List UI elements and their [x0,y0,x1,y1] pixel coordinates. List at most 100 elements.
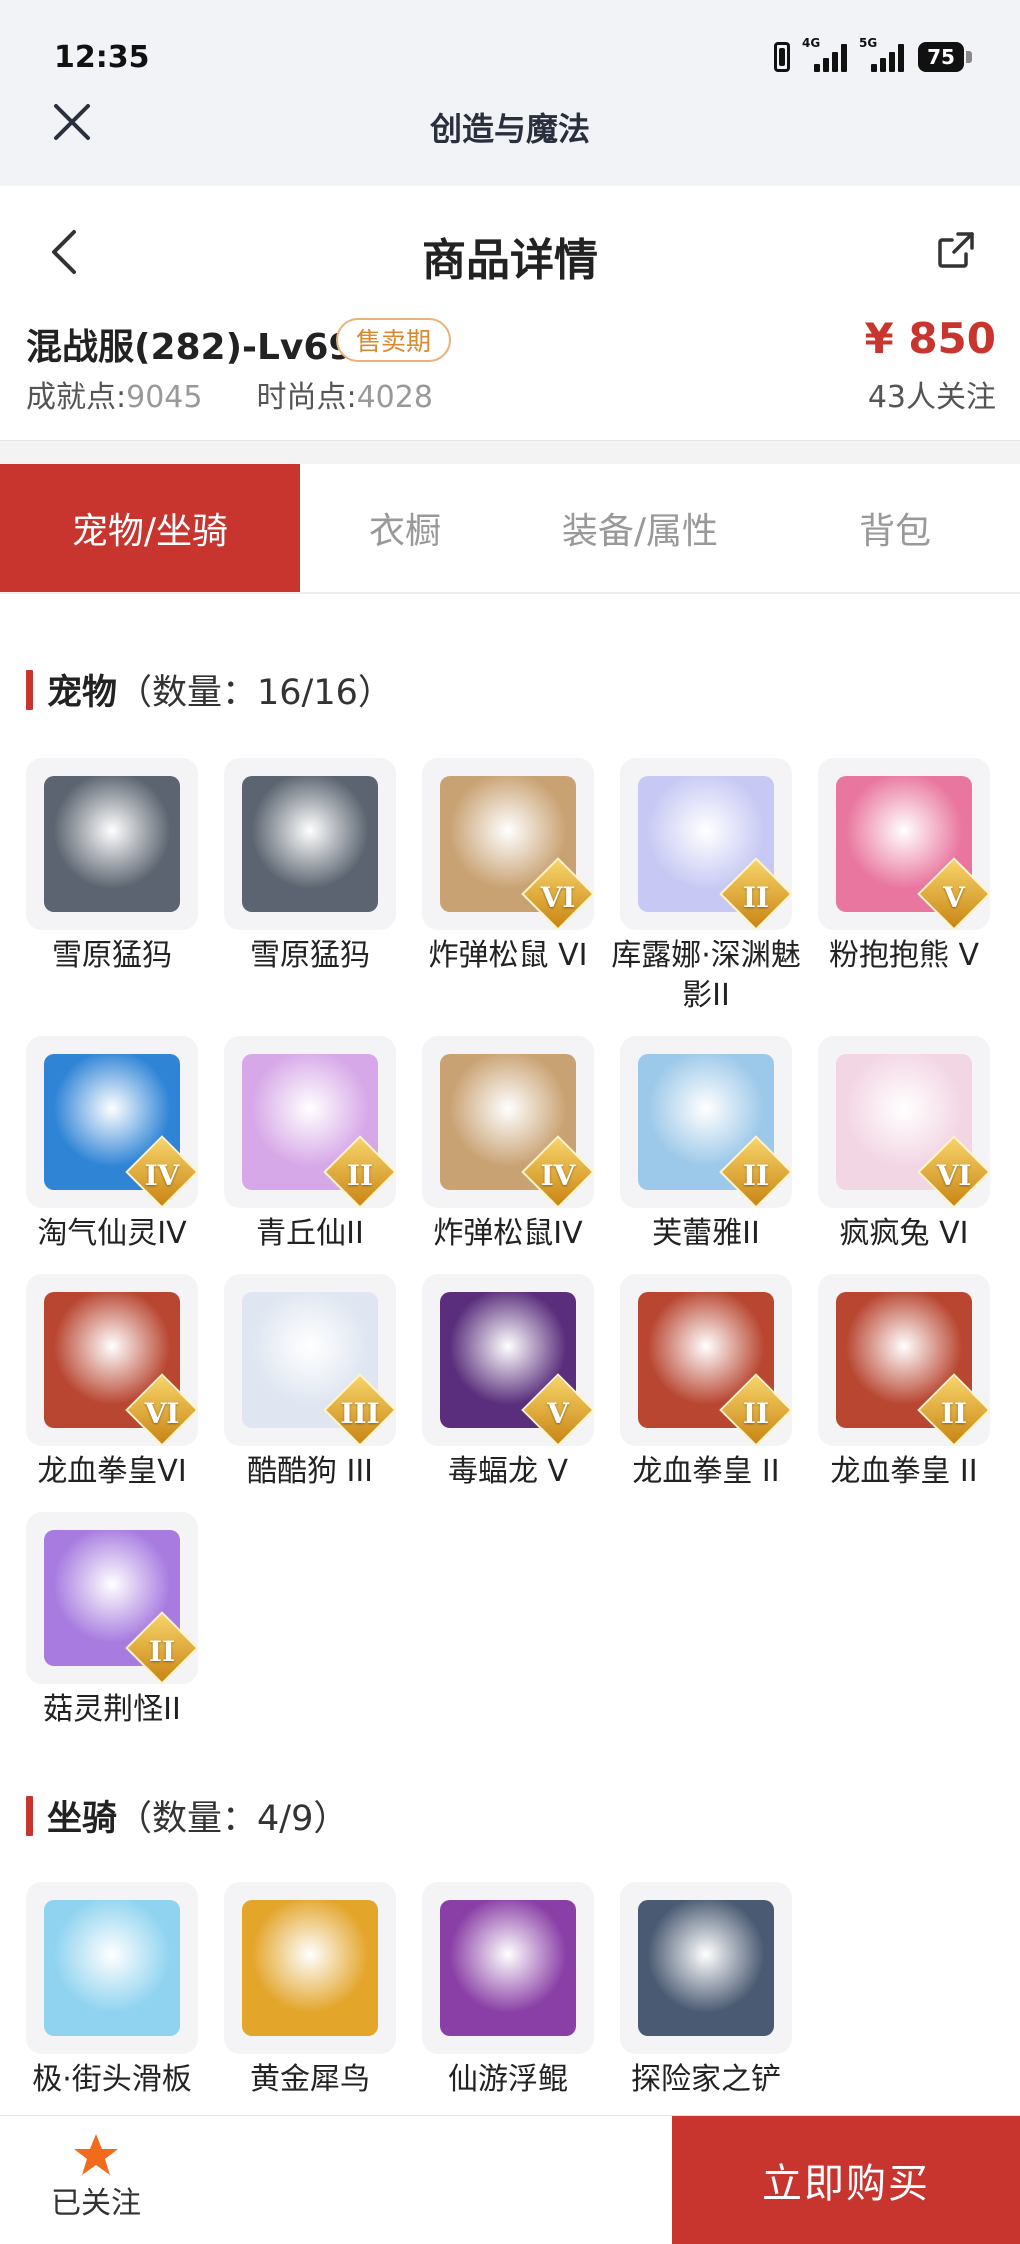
share-icon[interactable] [936,230,976,270]
item-card[interactable]: 雪原猛犸 [198,758,396,976]
app-title: 创造与魔法 [429,110,590,148]
dog-icon: IV [26,1036,198,1208]
bottom-action-bar: 已关注 立即购买 [0,2115,1020,2244]
detail-tabs: 宠物/坐骑 衣橱 装备/属性 背包 [0,464,1020,594]
whale-icon [422,1882,594,2054]
item-card[interactable]: 极·街头滑板 [0,1882,198,2100]
item-card[interactable]: V 毒蝠龙 V [396,1274,594,1492]
rank-badge-text: IV [144,1159,180,1192]
item-name: 淘气仙灵IV [37,1216,187,1251]
item-art [44,776,180,912]
bear-icon: V [818,758,990,930]
battery-icon: 75 [918,42,972,72]
rank-badge-text: V [943,881,965,914]
item-art [242,1900,378,2036]
polar-bear-icon: III [224,1274,396,1446]
signal-4g-label: 4G [802,36,821,50]
item-card[interactable]: VI 疯疯兔 VI [792,1036,990,1254]
tab-backpack[interactable]: 背包 [770,464,1020,592]
squirrel-icon: IV [422,1036,594,1208]
skateboard-icon [26,1882,198,2054]
rank-badge-text: II [346,1159,374,1192]
mushroom-icon: II [26,1512,198,1684]
item-name: 粉抱抱熊 V [828,938,980,973]
rank-badge-text: V [547,1397,569,1430]
mounts-section-title: 坐骑 （数量：4/9） [26,1790,348,1841]
valkyrie-icon: II [620,1036,792,1208]
item-art [440,1900,576,2036]
section-divider [0,440,1020,465]
buy-now-button[interactable]: 立即购买 [672,2116,1020,2244]
item-card[interactable]: 黄金犀鸟 [198,1882,396,2100]
item-art [44,1900,180,2036]
item-name: 毒蝠龙 V [447,1454,569,1489]
section-marker [26,1795,33,1836]
item-card[interactable]: III 酷酷狗 III [198,1274,396,1492]
item-card[interactable]: IV 淘气仙灵IV [0,1036,198,1254]
item-card[interactable]: II 菇灵荆怪II [0,1512,198,1730]
status-icons: 4G 5G 75 [774,36,972,72]
rank-badge-text: II [940,1397,968,1430]
item-card[interactable]: VI 炸弹松鼠 VI [396,758,594,976]
item-card[interactable]: II 青丘仙II [198,1036,396,1254]
fashion-label: 时尚点: [256,380,357,415]
product-name: 混战服(282)-Lv69 [26,327,354,368]
item-art [638,1900,774,2036]
achievement-value: 9045 [126,380,203,415]
fairy-icon: II [620,758,792,930]
status-badge: 售卖期 [336,318,452,362]
item-name: 极·街头滑板 [32,2062,192,2097]
bat-dragon-icon: V [422,1274,594,1446]
rank-badge-text: IV [540,1159,576,1192]
mounts-title: 坐骑 [47,1799,118,1839]
fox-girl-icon: II [224,1036,396,1208]
product-stats: 成就点:9045 时尚点:4028 [26,372,433,416]
follow-button[interactable]: 已关注 [40,2132,152,2222]
tab-equipment[interactable]: 装备/属性 [510,464,770,592]
item-card[interactable]: IV 炸弹松鼠IV [396,1036,594,1254]
squirrel-icon: VI [422,758,594,930]
product-summary: 混战服(282)-Lv69 售卖期 成就点:9045 时尚点:4028 ¥ 850… [0,314,1020,442]
tab-pets-mounts[interactable]: 宠物/坐骑 [0,464,300,592]
item-name: 探险家之铲 [631,2062,781,2097]
item-card[interactable]: 仙游浮鲲 [396,1882,594,2100]
item-card[interactable]: 雪原猛犸 [0,758,198,976]
rabbit-icon: VI [818,1036,990,1208]
rank-badge-text: II [742,1397,770,1430]
item-card[interactable]: VI 龙血拳皇VI [0,1274,198,1492]
pets-section-title: 宠物 （数量：16/16） [26,664,393,715]
battery-level: 75 [918,42,964,72]
rank-badge-text: II [742,1159,770,1192]
item-name: 黄金犀鸟 [250,2062,370,2097]
item-name: 疯疯兔 VI [839,1216,969,1251]
item-card[interactable]: II 龙血拳皇 II [792,1274,990,1492]
item-name: 炸弹松鼠IV [433,1216,583,1251]
price: ¥ 850 [864,314,996,363]
item-card[interactable]: II 库露娜·深渊魅影II [594,758,801,1016]
achievement-label: 成就点: [26,380,127,415]
item-card[interactable]: V 粉抱抱熊 V [792,758,990,976]
item-card[interactable]: II 龙血拳皇 II [594,1274,792,1492]
shovel-icon [620,1882,792,2054]
tab-wardrobe[interactable]: 衣橱 [300,464,510,592]
ram-icon: VI [26,1274,198,1446]
ram-icon: II [818,1274,990,1446]
item-card[interactable]: II 芙蕾雅II [594,1036,792,1254]
mammoth-icon [224,758,396,930]
item-name: 酷酷狗 III [246,1454,374,1489]
section-marker [26,669,33,710]
star-icon [74,2134,118,2175]
follow-label: 已关注 [51,2186,141,2221]
pets-count: （数量：16/16） [117,673,393,713]
rank-badge-text: II [148,1635,176,1668]
rank-badge-text: VI [144,1397,180,1430]
pets-title: 宠物 [47,673,118,713]
item-name: 芙蕾雅II [652,1216,760,1251]
mammoth-icon [26,758,198,930]
app-top-bar: 12:35 4G 5G 75 创造与魔法 [0,0,1020,186]
item-name: 炸弹松鼠 VI [428,938,588,973]
rank-badge-text: II [742,881,770,914]
vibrate-icon [774,42,790,72]
ram-icon: II [620,1274,792,1446]
item-card[interactable]: 探险家之铲 [594,1882,792,2100]
